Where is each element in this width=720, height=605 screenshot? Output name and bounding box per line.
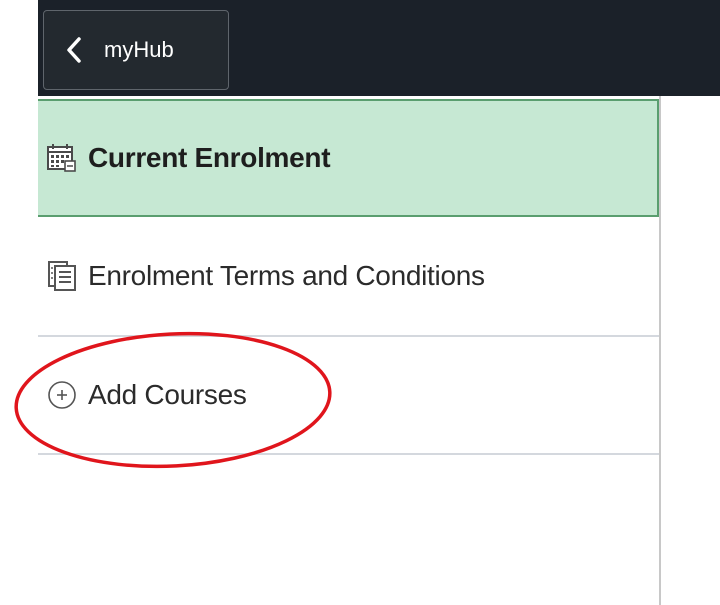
back-to-myhub-button[interactable]: myHub — [43, 10, 229, 90]
nav-item-add-courses[interactable]: Add Courses — [38, 337, 659, 455]
nav-item-label: Current Enrolment — [88, 142, 331, 173]
calendar-icon — [44, 140, 80, 176]
nav-item-current-enrolment[interactable]: Current Enrolment — [38, 99, 659, 217]
add-circle-icon — [44, 377, 80, 413]
sidebar-nav: Current Enrolment Enrolment Terms and Co… — [38, 96, 661, 605]
back-button-label: myHub — [104, 37, 174, 62]
nav-item-enrolment-terms[interactable]: Enrolment Terms and Conditions — [38, 217, 659, 337]
nav-item-label: Add Courses — [88, 379, 247, 410]
nav-item-label: Enrolment Terms and Conditions — [88, 260, 485, 291]
document-icon — [44, 258, 80, 294]
chevron-left-icon — [66, 36, 88, 64]
